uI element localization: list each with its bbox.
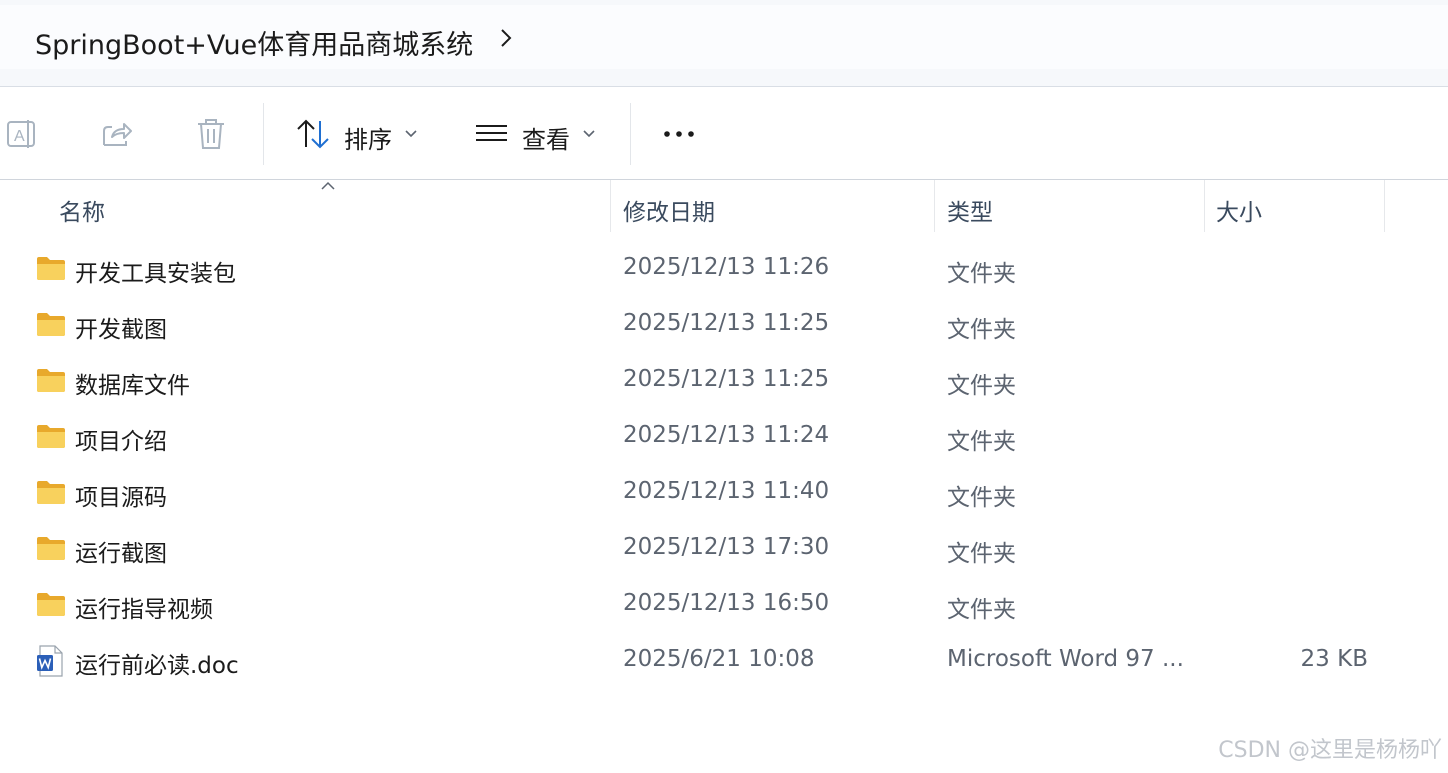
file-type: 文件夹	[947, 541, 1016, 567]
file-name: 开发工具安装包	[75, 261, 236, 287]
column-name[interactable]: 名称	[59, 193, 105, 227]
rename-icon[interactable]: A	[4, 117, 38, 151]
breadcrumb-current-folder[interactable]: SpringBoot+Vue体育用品商城系统	[35, 23, 473, 62]
list-item[interactable]: 项目源码 2025/12/13 11:40 文件夹	[0, 465, 1448, 521]
view-button[interactable]: 查看	[522, 120, 570, 155]
file-name: 项目源码	[75, 485, 167, 511]
file-type: 文件夹	[947, 485, 1016, 511]
file-name: 项目介绍	[75, 429, 167, 455]
file-name: 开发截图	[75, 317, 167, 343]
column-date-modified[interactable]: 修改日期	[623, 193, 715, 227]
folder-icon	[37, 257, 65, 280]
file-name: 数据库文件	[75, 373, 190, 399]
file-date: 2025/12/13 11:26	[623, 254, 830, 280]
view-list-icon[interactable]	[474, 117, 510, 151]
list-item[interactable]: 数据库文件 2025/12/13 11:25 文件夹	[0, 353, 1448, 409]
folder-icon	[37, 481, 65, 504]
column-size[interactable]: 大小	[1216, 193, 1262, 227]
share-icon[interactable]	[100, 117, 134, 151]
column-type[interactable]: 类型	[947, 193, 993, 227]
column-divider[interactable]	[934, 180, 935, 232]
more-options-icon[interactable]	[660, 117, 700, 151]
folder-icon	[37, 425, 65, 448]
column-divider[interactable]	[1384, 180, 1385, 232]
watermark: CSDN @这里是杨杨吖	[1218, 738, 1442, 763]
word-doc-icon	[37, 645, 63, 677]
chevron-right-icon[interactable]	[495, 27, 517, 49]
toolbar-separator	[263, 103, 264, 165]
folder-icon	[37, 537, 65, 560]
list-item[interactable]: 开发工具安装包 2025/12/13 11:26 文件夹	[0, 241, 1448, 297]
chevron-down-icon[interactable]	[582, 129, 596, 139]
file-date: 2025/12/13 11:40	[623, 478, 830, 504]
folder-icon	[37, 369, 65, 392]
sort-icon[interactable]	[296, 117, 332, 151]
toolbar-separator	[630, 103, 631, 165]
file-type: 文件夹	[947, 261, 1016, 287]
file-type: 文件夹	[947, 597, 1016, 623]
list-item[interactable]: 项目介绍 2025/12/13 11:24 文件夹	[0, 409, 1448, 465]
column-divider[interactable]	[1204, 180, 1205, 232]
file-type: 文件夹	[947, 429, 1016, 455]
file-date: 2025/6/21 10:08	[623, 646, 815, 672]
file-name: 运行前必读.doc	[75, 653, 239, 679]
column-header: 名称 修改日期 类型 大小	[0, 180, 1448, 232]
svg-text:A: A	[14, 128, 25, 145]
address-bar-inner: SpringBoot+Vue体育用品商城系统	[0, 5, 1448, 69]
file-type: 文件夹	[947, 373, 1016, 399]
file-date: 2025/12/13 17:30	[623, 534, 830, 560]
chevron-down-icon[interactable]	[404, 129, 418, 139]
address-bar: SpringBoot+Vue体育用品商城系统	[0, 0, 1448, 87]
file-size: 23 KB	[1300, 646, 1368, 672]
sort-ascending-icon	[321, 181, 335, 190]
file-name: 运行截图	[75, 541, 167, 567]
file-name: 运行指导视频	[75, 597, 213, 623]
command-bar: A 排序 查看	[0, 87, 1448, 180]
file-date: 2025/12/13 11:24	[623, 422, 830, 448]
file-date: 2025/12/13 16:50	[623, 590, 830, 616]
file-date: 2025/12/13 11:25	[623, 310, 830, 336]
folder-icon	[37, 313, 65, 336]
file-date: 2025/12/13 11:25	[623, 366, 830, 392]
sort-button[interactable]: 排序	[344, 120, 392, 155]
list-item[interactable]: 开发截图 2025/12/13 11:25 文件夹	[0, 297, 1448, 353]
file-type: Microsoft Word 97 ...	[947, 646, 1184, 672]
file-type: 文件夹	[947, 317, 1016, 343]
column-divider[interactable]	[610, 180, 611, 232]
trash-icon[interactable]	[195, 117, 227, 151]
list-item[interactable]: 运行前必读.doc 2025/6/21 10:08 Microsoft Word…	[0, 633, 1448, 689]
folder-icon	[37, 593, 65, 616]
list-item[interactable]: 运行截图 2025/12/13 17:30 文件夹	[0, 521, 1448, 577]
list-item[interactable]: 运行指导视频 2025/12/13 16:50 文件夹	[0, 577, 1448, 633]
